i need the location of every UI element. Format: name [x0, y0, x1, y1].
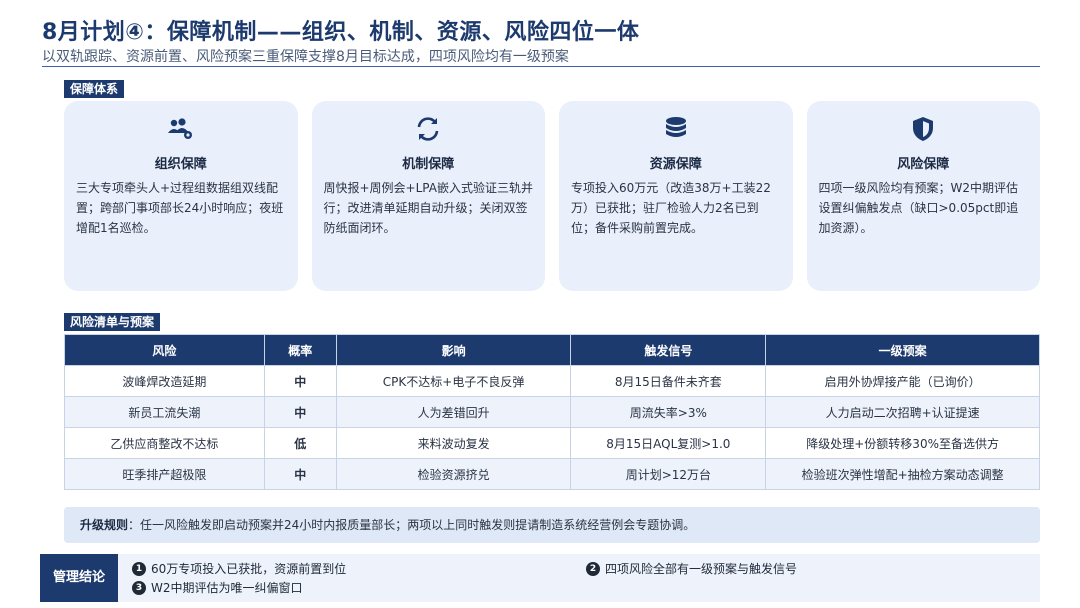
column-header-plan: 一级预案: [765, 334, 1040, 366]
cell-risk: 旺季排产超极限: [64, 458, 265, 490]
card-body: 周快报+周例会+LPA嵌入式验证三轨并行；改进清单延期自动升级；关闭双签防纸面闭…: [323, 181, 533, 235]
section-label-guarantee: 保障体系: [64, 80, 125, 98]
cell-trigger: 8月15日备件未齐套: [570, 365, 767, 397]
conclusion-item: 3 W2中期评估为唯一纠偏窗口: [132, 579, 303, 596]
escalation-rule-text: ：任一风险触发即启动预案并24小时内报质量部长；两项以上同时触发则提请制造系统经…: [128, 518, 696, 532]
card-mechanism: 机制保障 周快报+周例会+LPA嵌入式验证三轨并行；改进清单延期自动升级；关闭双…: [311, 101, 545, 291]
sync-arrows-icon: [324, 115, 534, 143]
conclusion-item: 1 60万专项投入已获批，资源前置到位: [132, 560, 346, 577]
column-header-trigger: 触发信号: [570, 334, 767, 366]
conclusion-label: 管理结论: [40, 554, 118, 602]
card-title: 组织保障: [154, 157, 207, 172]
cell-probability: 低: [263, 427, 337, 459]
number-badge: 2: [586, 561, 600, 576]
cell-plan: 降级处理+份额转移30%至备选供方: [765, 427, 1040, 459]
number-badge: 1: [132, 561, 146, 576]
card-body: 四项一级风险均有预案；W2中期评估设置纠偏触发点（缺口>0.05pct即追加资源…: [818, 181, 1019, 235]
column-header-impact: 影响: [335, 334, 572, 366]
cell-risk: 新员工流失潮: [64, 396, 265, 428]
cell-impact: 来料波动复发: [335, 427, 572, 459]
shield-icon: [819, 115, 1029, 143]
conclusion-item: 2 四项风险全部有一级预案与触发信号: [586, 560, 797, 577]
conclusion-text: 60万专项投入已获批，资源前置到位: [151, 562, 347, 576]
column-header-probability: 概率: [263, 334, 337, 366]
table-row: 乙供应商整改不达标 低 来料波动复发 8月15日AQL复测>1.0 降级处理+份…: [64, 427, 1040, 459]
section-label-risk: 风险清单与预案: [64, 313, 161, 331]
cell-trigger: 周流失率>3%: [570, 396, 767, 428]
card-body: 专项投入60万元（改造38万+工装22万）已获批；驻厂检验人力2名已到位；备件采…: [571, 181, 771, 235]
cell-trigger: 8月15日AQL复测>1.0: [570, 427, 767, 459]
number-badge: 3: [132, 580, 146, 595]
page-title: 8月计划④：保障机制——组织、机制、资源、风险四位一体: [42, 20, 640, 45]
table-row: 新员工流失潮 中 人为差错回升 周流失率>3% 人力启动二次招聘+认证提速: [64, 396, 1040, 428]
card-title: 风险保障: [897, 157, 950, 172]
cell-plan: 启用外协焊接产能（已询价）: [765, 365, 1040, 397]
table-row: 旺季排产超极限 中 检验资源挤兑 周计划>12万台 检验班次弹性增配+抽检方案动…: [64, 458, 1040, 490]
cell-plan: 检验班次弹性增配+抽检方案动态调整: [765, 458, 1040, 490]
card-organization: 组织保障 三大专项牵头人+过程组数据组双线配置；跨部门事项部长24小时响应；夜班…: [64, 101, 298, 291]
cell-probability: 中: [263, 365, 337, 397]
cell-risk: 波峰焊改造延期: [64, 365, 265, 397]
cell-impact: 人为差错回升: [335, 396, 572, 428]
guarantee-cards: 组织保障 三大专项牵头人+过程组数据组双线配置；跨部门事项部长24小时响应；夜班…: [64, 101, 1040, 291]
table-row: 波峰焊改造延期 中 CPK不达标+电子不良反弹 8月15日备件未齐套 启用外协焊…: [64, 365, 1040, 397]
page-subtitle: 以双轨跟踪、资源前置、风险预案三重保障支撑8月目标达成，四项风险均有一级预案: [42, 49, 569, 65]
escalation-rule: 升级规则：任一风险触发即启动预案并24小时内报质量部长；两项以上同时触发则提请制…: [64, 507, 1040, 543]
risk-table: 风险 概率 影响 触发信号 一级预案 波峰焊改造延期 中 CPK不达标+电子不良…: [64, 334, 1040, 490]
cell-probability: 中: [263, 396, 337, 428]
conclusion-text: 四项风险全部有一级预案与触发信号: [605, 562, 798, 576]
cell-risk: 乙供应商整改不达标: [64, 427, 265, 459]
cell-probability: 中: [263, 458, 337, 490]
cell-impact: 检验资源挤兑: [335, 458, 572, 490]
card-risk: 风险保障 四项一级风险均有预案；W2中期评估设置纠偏触发点（缺口>0.05pct…: [806, 101, 1040, 291]
cell-trigger: 周计划>12万台: [570, 458, 767, 490]
coins-icon: [571, 115, 781, 143]
card-body: 三大专项牵头人+过程组数据组双线配置；跨部门事项部长24小时响应；夜班增配1名巡…: [76, 181, 284, 235]
title-divider: [42, 66, 1040, 67]
cell-impact: CPK不达标+电子不良反弹: [335, 365, 572, 397]
people-gear-icon: [76, 115, 286, 143]
card-title: 机制保障: [402, 157, 455, 172]
card-title: 资源保障: [649, 157, 702, 172]
card-resource: 资源保障 专项投入60万元（改造38万+工装22万）已获批；驻厂检验人力2名已到…: [559, 101, 793, 291]
cell-plan: 人力启动二次招聘+认证提速: [765, 396, 1040, 428]
management-conclusion: 管理结论 1 60万专项投入已获批，资源前置到位 2 四项风险全部有一级预案与触…: [40, 554, 1040, 602]
table-header-row: 风险 概率 影响 触发信号 一级预案: [64, 334, 1040, 366]
conclusion-text: W2中期评估为唯一纠偏窗口: [151, 581, 303, 595]
column-header-risk: 风险: [64, 334, 265, 366]
escalation-rule-label: 升级规则: [80, 518, 129, 532]
